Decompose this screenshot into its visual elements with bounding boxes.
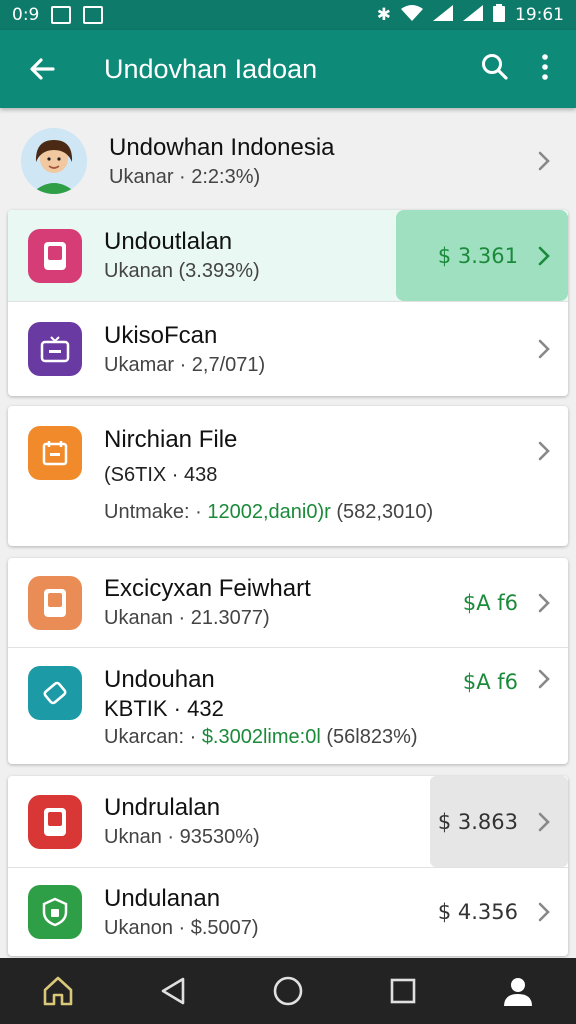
chevron-right-icon (530, 440, 558, 462)
home-nav-button[interactable] (28, 961, 88, 1021)
item-title: Undouhan (104, 666, 215, 693)
arrow-left-icon (30, 58, 55, 80)
profile-row[interactable]: Undowhan Indonesia Ukanar · 2:2:3%) (8, 118, 568, 204)
file-subtitle: (S6TIX · 438 (104, 464, 218, 486)
signal-icon-2 (463, 4, 483, 26)
item-subtitle: Ukanan · 21.3077) (104, 607, 270, 629)
tv-app-icon (28, 322, 82, 376)
circle-home-icon (273, 976, 303, 1006)
shield-app-icon (28, 885, 82, 939)
profile-name: Undowhan Indonesia (109, 133, 335, 161)
item-price: $A f6 (462, 590, 518, 615)
item-title: Undoutlalan (104, 228, 233, 255)
more-vert-icon (542, 53, 548, 80)
calendar-app-icon (28, 426, 82, 480)
file-meta-label: Untmake: · (104, 501, 202, 523)
bluetooth-icon: ✱ (376, 5, 391, 25)
list-item[interactable]: Nirchian File (S6TIX · 438 Untmake: · 12… (8, 406, 568, 546)
back-nav-button[interactable] (143, 961, 203, 1021)
list-item[interactable]: Undoutlalan Ukanan (3.393%) $ 3.361 (8, 210, 568, 302)
signal-icon (433, 4, 453, 26)
wifi-icon (401, 4, 423, 26)
chevron-right-icon (530, 245, 558, 267)
item-price: $ 4.356 (437, 900, 518, 924)
app-notification-icon (83, 6, 104, 24)
chevron-right-icon (530, 668, 558, 690)
phone-app-icon (28, 575, 82, 630)
file-card: Nirchian File (S6TIX · 438 Untmake: · 12… (8, 406, 568, 546)
item-title: UkisoFcan (104, 321, 218, 349)
item-subtitle: Uknan · 93530%) (104, 826, 260, 848)
list-item[interactable]: UkisoFcan Ukamar · 2,7/071) (8, 302, 568, 396)
file-meta-value: 12002,dani0)r (207, 501, 331, 523)
item-title: Undulanan (104, 884, 221, 912)
profile-nav-button[interactable] (488, 961, 548, 1021)
app-card-1: Undoutlalan Ukanan (3.393%) $ 3.361 Ukis… (8, 210, 568, 396)
bottom-nav-bar (0, 958, 576, 1024)
clock: 19:61 (515, 5, 564, 25)
item-title: Undrulalan (104, 794, 221, 821)
item-meta-extra: (56l823%) (326, 726, 418, 748)
item-subtitle: Ukanan (3.393%) (104, 260, 260, 282)
chevron-right-icon (530, 811, 558, 833)
back-button[interactable] (0, 54, 84, 84)
item-subtitle: Ukanon · $.5007) (104, 916, 259, 939)
file-meta: Untmake: · 12002,dani0)r (582,3010) (104, 501, 530, 524)
status-left-text: 0:9 (12, 5, 40, 25)
list-item[interactable]: Undrulalan Uknan · 93530%) $ 3.863 (8, 776, 568, 868)
item-meta-label: Ukarcan: · (104, 726, 197, 748)
ticket-app-icon (28, 666, 82, 720)
phone-app-icon (28, 794, 82, 849)
search-icon (482, 53, 508, 80)
status-bar: 0:9 ✱ 19:61 (0, 0, 576, 30)
app-card-4: Undrulalan Uknan · 93530%) $ 3.863 Undul… (8, 776, 568, 956)
app-bar: Undovhan Iadoan (0, 30, 576, 108)
chevron-right-icon (530, 150, 558, 172)
item-title: Excicyxan Feiwhart (104, 575, 311, 602)
list-item[interactable]: Undulanan Ukanon · $.5007) $ 4.356 (8, 868, 568, 956)
profile-subtitle: Ukanar · 2:2:3%) (109, 165, 261, 188)
triangle-back-icon (161, 977, 185, 1005)
item-price: $A f6 (462, 670, 518, 694)
list-item[interactable]: Excicyxan Feiwhart Ukanan · 21.3077) $A … (8, 558, 568, 648)
chevron-right-icon (530, 338, 558, 360)
item-subtitle: KBTIK · 432 (104, 696, 224, 721)
square-recents-icon (390, 978, 416, 1004)
item-meta-value: $.3002lime:0l (201, 726, 321, 748)
search-button[interactable] (480, 52, 510, 87)
more-options-button[interactable] (540, 53, 550, 86)
recents-nav-button[interactable] (373, 961, 433, 1021)
chevron-right-icon (530, 901, 558, 923)
item-price: $ 3.863 (437, 809, 518, 834)
app-card-3: Excicyxan Feiwhart Ukanan · 21.3077) $A … (8, 558, 568, 764)
phone-app-icon (28, 228, 82, 283)
list-item[interactable]: Undouhan KBTIK · 432 Ukarcan: · $.3002li… (8, 648, 568, 764)
image-notification-icon (51, 6, 72, 24)
file-title: Nirchian File (104, 426, 238, 453)
home-icon (43, 976, 72, 1006)
person-icon (504, 978, 533, 1006)
home-circle-nav-button[interactable] (258, 961, 318, 1021)
chevron-right-icon (530, 592, 558, 614)
page-title: Undovhan Iadoan (104, 53, 318, 84)
file-meta-extra: (582,3010) (336, 501, 434, 523)
avatar (21, 128, 87, 194)
item-subtitle: Ukamar · 2,7/071) (104, 353, 266, 376)
battery-icon (493, 3, 505, 27)
item-meta: Ukarcan: · $.3002lime:0l (56l823%) (104, 726, 463, 749)
item-price: $ 3.361 (437, 243, 518, 268)
